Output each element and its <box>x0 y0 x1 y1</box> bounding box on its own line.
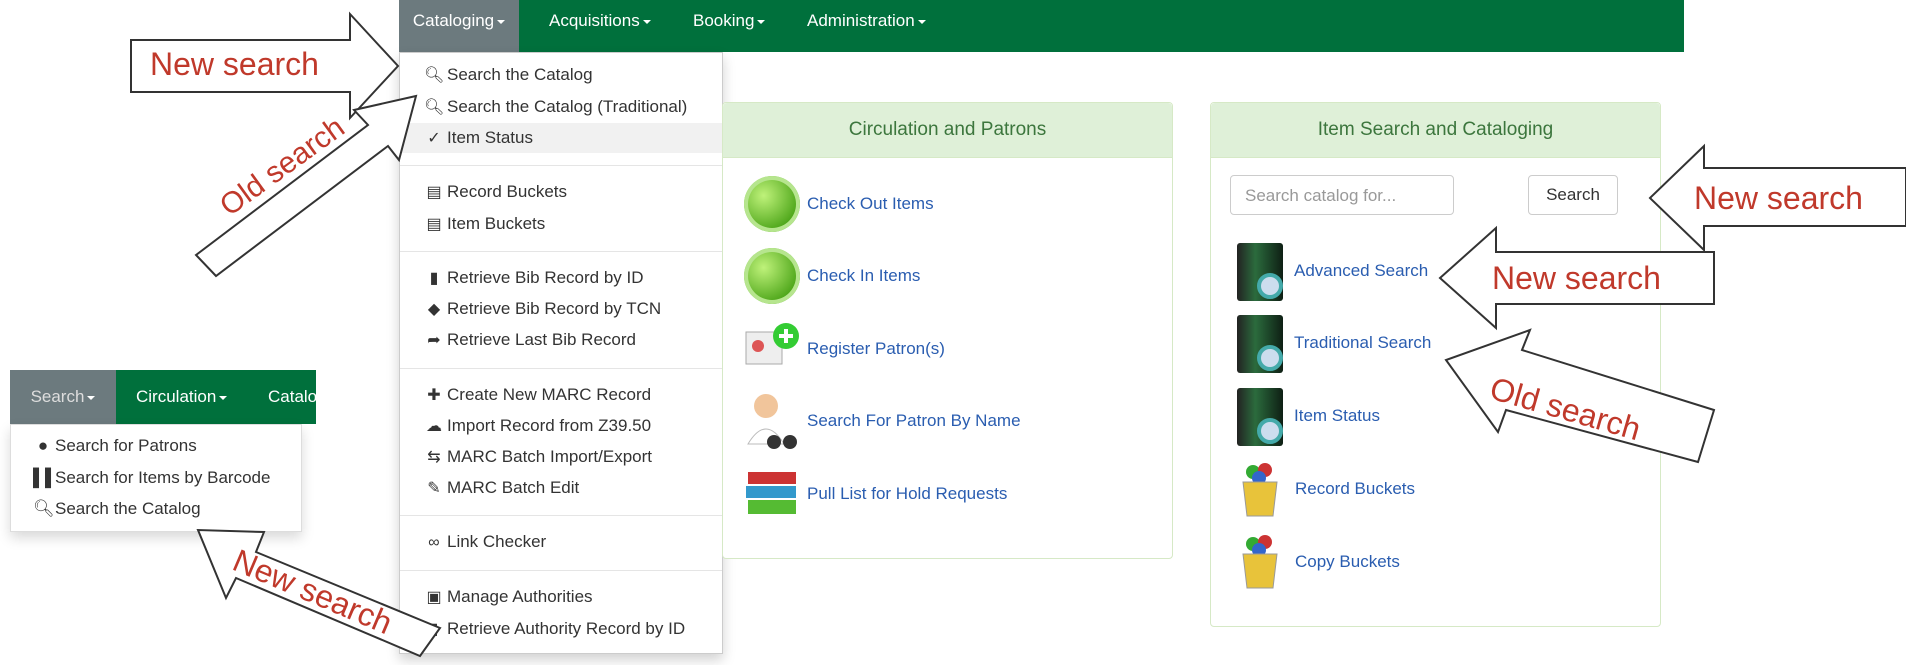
annotation-new-search: New search <box>1492 260 1661 296</box>
annotation-new-search: New search <box>1694 180 1863 216</box>
annotation-new-search: New search <box>150 46 319 82</box>
